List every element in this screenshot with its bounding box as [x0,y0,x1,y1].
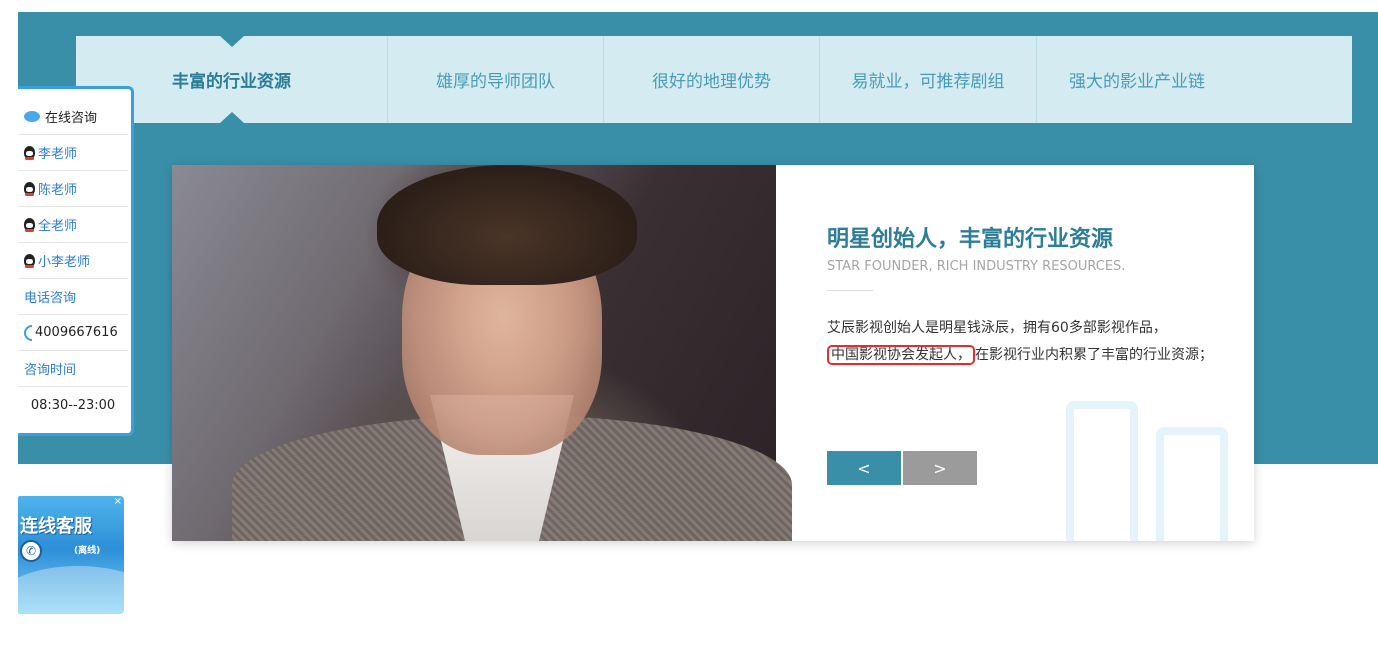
page: 丰富的行业资源 雄厚的导师团队 很好的地理优势 易就业，可推荐剧组 强大的影业产… [0,0,1378,650]
prev-slide-button[interactable]: < [827,451,901,485]
slide-title: 明星创始人，丰富的行业资源 [827,227,1114,252]
close-icon[interactable]: × [114,496,122,507]
consult-header: 在线咨询 [18,99,128,135]
teacher-xiaoli[interactable]: 小李老师 [18,243,128,279]
next-slide-button[interactable]: > [903,451,977,485]
slide-info: 明星创始人，丰富的行业资源 STAR FOUNDER, RICH INDUSTR… [776,165,1254,541]
teacher-name: 李老师 [38,147,78,162]
qq-icon [24,218,35,232]
slide-card: 明星创始人，丰富的行业资源 STAR FOUNDER, RICH INDUSTR… [172,165,1254,541]
phone-icon [24,324,32,341]
desc-highlight: 中国影视协会发起人， [827,345,975,365]
divider [827,290,873,291]
desc-text: 在影视行业内积累了丰富的行业资源； [975,347,1213,363]
consult-sidebar: 在线咨询 李老师 陈老师 全老师 小李老师 电话咨询 4009667616 咨询… [18,86,134,436]
tab-label: 雄厚的导师团队 [436,72,555,92]
teacher-name: 陈老师 [38,183,78,198]
service-title: 连线客服 [20,516,92,537]
chat-bubble-icon [24,111,40,122]
watermark-shape [1066,401,1138,541]
tab-industry-chain[interactable]: 强大的影业产业链 [1037,36,1237,123]
online-service-widget[interactable]: × 连线客服 ✆ (离线) [18,496,124,614]
phone-label: 电话咨询 [18,279,128,315]
photo-hair [377,165,637,285]
tab-notch-bottom [219,112,244,123]
tab-mentor-team[interactable]: 雄厚的导师团队 [388,36,604,123]
watermark-shape [1156,427,1228,541]
teacher-chen[interactable]: 陈老师 [18,171,128,207]
wave-decoration [18,566,124,614]
feature-tab-bar: 丰富的行业资源 雄厚的导师团队 很好的地理优势 易就业，可推荐剧组 强大的影业产… [76,36,1352,123]
tab-employment[interactable]: 易就业，可推荐剧组 [820,36,1037,123]
telephone-icon: ✆ [20,540,42,562]
tab-label: 易就业，可推荐剧组 [851,72,1005,92]
service-status: (离线) [74,546,101,556]
teacher-quan[interactable]: 全老师 [18,207,128,243]
tab-location[interactable]: 很好的地理优势 [604,36,820,123]
teacher-name: 全老师 [38,219,78,234]
tab-label: 很好的地理优势 [652,72,771,92]
slide-description: 艾辰影视创始人是明星钱泳辰，拥有60多部影视作品， 中国影视协会发起人， 在影视行业… [827,315,1227,369]
phone-row[interactable]: 4009667616 [18,315,128,351]
founder-photo [172,165,792,541]
desc-text: 艾辰影视创始人是明星钱泳辰，拥有60多部影视作品， [827,320,1167,336]
hours-label: 咨询时间 [18,351,128,387]
qq-icon [24,146,35,160]
tab-label: 丰富的行业资源 [172,72,291,92]
tab-label: 强大的影业产业链 [1069,72,1205,92]
tab-notch-top [219,36,244,47]
hours-value: 08:30--23:00 [30,397,116,413]
teacher-name: 小李老师 [38,255,91,270]
slide-subtitle: STAR FOUNDER, RICH INDUSTRY RESOURCES. [827,259,1126,274]
teacher-li[interactable]: 李老师 [18,135,128,171]
qq-icon [24,254,35,268]
consult-title: 在线咨询 [45,111,98,126]
qq-icon [24,182,35,196]
phone-number: 4009667616 [35,325,118,340]
